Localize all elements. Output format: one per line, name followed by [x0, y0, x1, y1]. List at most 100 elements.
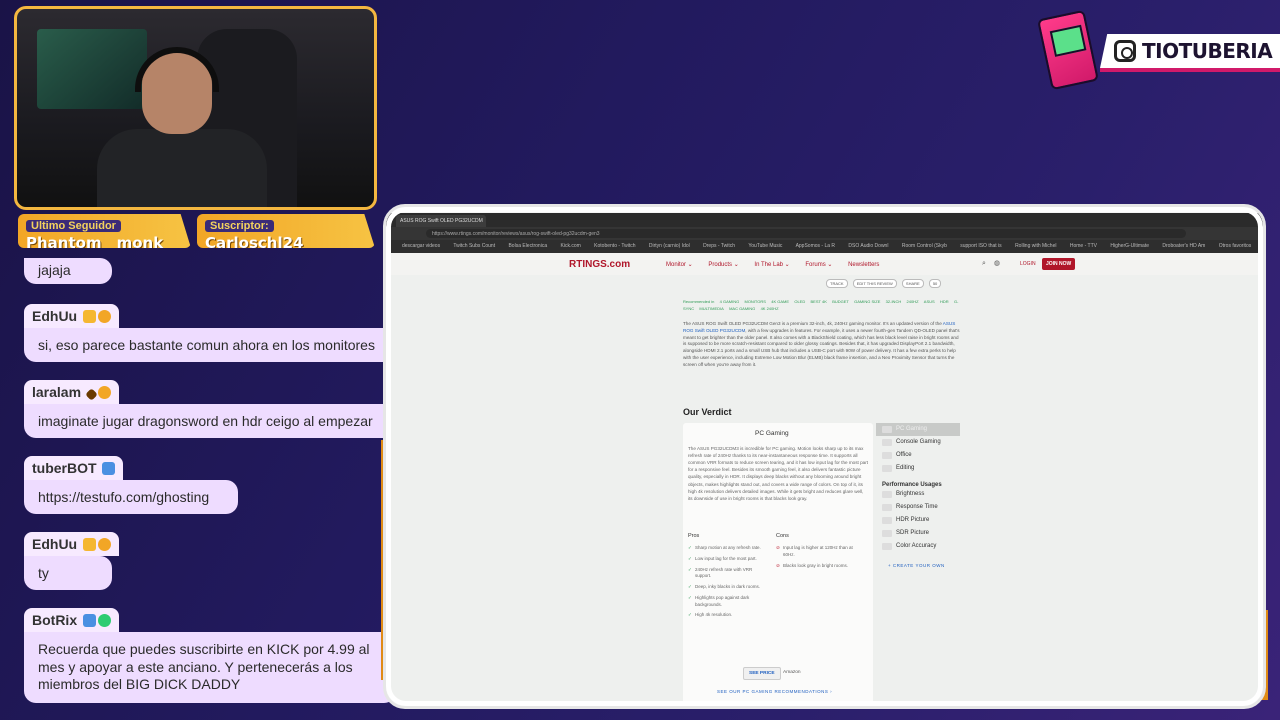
bookmark[interactable]: Kotobento - Twitch [594, 243, 635, 249]
usage-brightness[interactable]: Brightness [876, 488, 960, 501]
browser-window: ASUS ROG Swift OLED PG32UCDM https://www… [383, 204, 1266, 709]
rec-tag[interactable]: OLED [794, 299, 805, 304]
chat-message: jajaja [24, 258, 112, 284]
pro-item: Sharp motion at any refresh rate. [688, 545, 768, 552]
usage-office[interactable]: Office [876, 449, 960, 462]
recommended-tags: Recommended in 4 GAMING MONITORS 4K GAME… [683, 299, 961, 313]
nav-monitor[interactable]: Monitor ⌄ [666, 262, 693, 268]
usage-hdr-picture[interactable]: HDR Picture [876, 514, 960, 527]
usage-editing[interactable]: Editing [876, 462, 960, 475]
chat-message: EdhUu si, eso parece bastante comun ahor… [24, 304, 396, 362]
bookmark[interactable]: Kick.com [561, 243, 581, 249]
address-bar: https://www.rtings.com/monitor/reviews/a… [386, 227, 1263, 240]
join-now-button[interactable]: JOIN NOW [1042, 258, 1076, 270]
bookmark[interactable]: YouTube Music [748, 243, 782, 249]
rec-tag[interactable]: MONITORS [744, 299, 765, 304]
nav-forums[interactable]: Forums ⌄ [805, 262, 832, 268]
chat-overlay: jajaja EdhUu si, eso parece bastante com… [0, 252, 400, 720]
pro-item: Highlights pop against dark backgrounds. [688, 595, 768, 609]
chat-message: laralam imaginate jugar dragonsword en h… [24, 380, 396, 438]
bookmark[interactable]: Droboater's HD Am [1162, 243, 1205, 249]
url-input[interactable]: https://www.rtings.com/monitor/reviews/a… [426, 229, 1186, 238]
review-intro: Recommended in 4 GAMING MONITORS 4K GAME… [683, 299, 961, 369]
background-monitor [37, 29, 147, 109]
streamer-body [97, 129, 267, 207]
nav-newsletters[interactable]: Newsletters [848, 262, 879, 268]
pro-item: High 4k resolution. [688, 612, 768, 619]
chat-message: EdhUu ty [24, 532, 119, 590]
create-your-own-link[interactable]: + CREATE YOUR OWN [876, 563, 960, 568]
subscriber-label: Suscriptor: [205, 220, 274, 232]
site-logo[interactable]: RTINGS.com [569, 259, 630, 270]
rec-tag[interactable]: MULTIMEDIA [699, 306, 723, 311]
badge-one-icon [98, 310, 111, 323]
track-button[interactable]: TRACK [826, 279, 848, 288]
see-recommendations-link[interactable]: SEE OUR PC GAMING RECOMMENDATIONS › [717, 689, 832, 694]
rec-tag[interactable]: BUDGET [832, 299, 849, 304]
search-icon[interactable]: ⌕ [982, 260, 986, 267]
chat-message-text: imaginate jugar dragonsword en hdr ceigo… [24, 404, 396, 438]
nav-links: Monitor ⌄ Products ⌄ In The Lab ⌄ Forums… [666, 261, 893, 268]
rec-tag[interactable]: HDR [940, 299, 949, 304]
pros-list: Sharp motion at any refresh rate. Low in… [688, 545, 768, 623]
rec-tag[interactable]: 4K 240HZ [761, 306, 779, 311]
diamond-icon [85, 388, 98, 401]
bookmark[interactable]: Home - TTV [1070, 243, 1097, 249]
edit-review-button[interactable]: EDIT THIS REVIEW [852, 279, 897, 288]
site-nav: RTINGS.com Monitor ⌄ Products ⌄ In The L… [386, 253, 1263, 275]
badge-one-icon [98, 538, 111, 551]
rec-tag[interactable]: GAMING SIZE [854, 299, 880, 304]
cons-heading: Cons [776, 533, 789, 539]
nav-products[interactable]: Products ⌄ [708, 262, 738, 268]
crown-icon [83, 310, 96, 323]
nav-in-the-lab[interactable]: In The Lab ⌄ [754, 262, 789, 268]
usage-response-time[interactable]: Response Time [876, 501, 960, 514]
chat-username: EdhUu [24, 304, 119, 328]
usage-color-accuracy[interactable]: Color Accuracy [876, 540, 960, 553]
usage-description: The ASUS PG32UCDM3 is incredible for PC … [688, 446, 869, 501]
usage-pc-gaming[interactable]: PC Gaming [876, 423, 960, 436]
bookmark[interactable]: descargar videos [402, 243, 440, 249]
bookmark[interactable]: Otros favoritos [1219, 243, 1252, 249]
chat-message: BotRix Recuerda que puedes suscribirte e… [24, 608, 396, 703]
comments-button[interactable]: 50 [928, 279, 942, 288]
rec-tag[interactable]: ASUS [924, 299, 935, 304]
chat-message-text: ty [24, 556, 112, 590]
pro-item: Low input lag for the most part. [688, 556, 768, 563]
rec-tag[interactable]: MAC GAMING [729, 306, 755, 311]
bookmark[interactable]: DSO Audio Downl [848, 243, 888, 249]
bookmark[interactable]: Dirtyn (carnio) Idol [649, 243, 690, 249]
share-button[interactable]: SHARE [901, 279, 924, 288]
latest-follower-badge: Ultimo Seguidor Phantom__monk [18, 214, 191, 248]
chat-username: laralam [24, 380, 119, 404]
bot-icon [102, 462, 116, 475]
rec-tag[interactable]: 4K GAME [771, 299, 789, 304]
login-link[interactable]: LOGIN [1020, 261, 1036, 267]
bookmark[interactable]: Dreps - Twitch [703, 243, 735, 249]
verdict-card: PC Gaming The ASUS PG32UCDM3 is incredib… [683, 423, 873, 706]
bookmarks-bar: descargar videos Twitch Subs Count Bolsa… [386, 240, 1263, 253]
see-price-button[interactable]: SEE PRICE [743, 667, 781, 680]
subscriber-badge: Suscriptor: Carloschl24 [197, 214, 375, 248]
browser-tab[interactable]: ASUS ROG Swift OLED PG32UCDM [396, 215, 486, 227]
bookmark[interactable]: Rolling with Michel [1015, 243, 1056, 249]
bookmark[interactable]: Room Control (Skyb [902, 243, 947, 249]
channel-branding: TIOTUBERIA [1037, 9, 1280, 94]
bookmark[interactable]: AppSomos - La R [796, 243, 835, 249]
bookmark[interactable]: Bolsa Electronica [508, 243, 547, 249]
rec-tag[interactable]: BEST 4K [811, 299, 827, 304]
tab-bar: ASUS ROG Swift OLED PG32UCDM [386, 213, 1263, 227]
latest-follower-label: Ultimo Seguidor [26, 220, 121, 232]
bookmark[interactable]: HigherG-Ultimate [1110, 243, 1149, 249]
rec-tag[interactable]: 240HZ [907, 299, 919, 304]
usage-console-gaming[interactable]: Console Gaming [876, 436, 960, 449]
rec-tag[interactable]: 32-INCH [886, 299, 902, 304]
globe-icon[interactable]: ◍ [994, 260, 1000, 267]
rec-tag[interactable]: 4 GAMING [720, 299, 740, 304]
usage-sdr-picture[interactable]: SDR Picture [876, 527, 960, 540]
bookmark[interactable]: support ISO that is [960, 243, 1001, 249]
retailer-name: Amazon [783, 670, 801, 675]
bookmark[interactable]: Twitch Subs Count [453, 243, 495, 249]
usage-title: PC Gaming [755, 430, 789, 437]
cons-list: Input lag is higher at 120Hz than at 60H… [776, 545, 856, 573]
